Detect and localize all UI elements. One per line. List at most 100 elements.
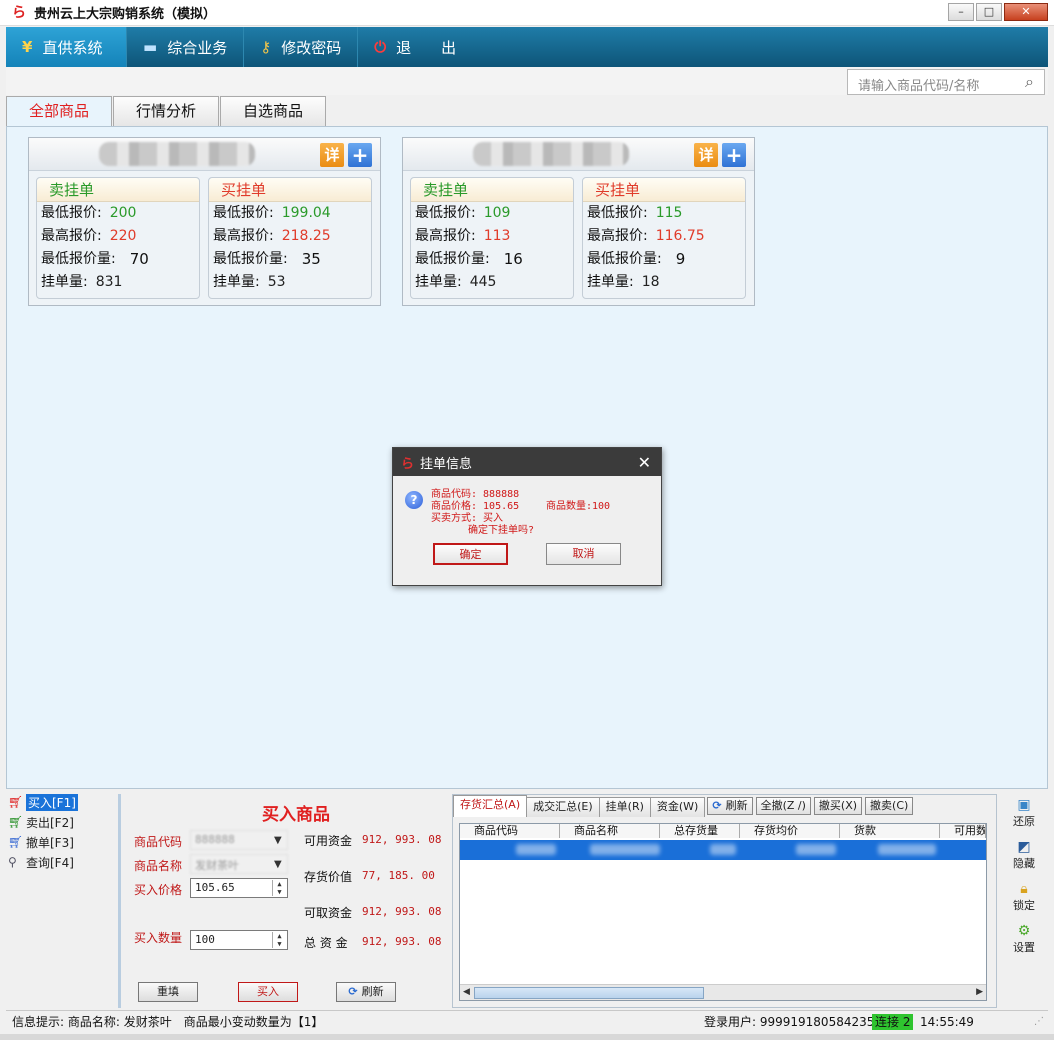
column-header[interactable]: 可用数 xyxy=(940,824,986,838)
confirm-button[interactable]: 确定 xyxy=(433,543,508,565)
spin-icon[interactable]: ▲ ▼ xyxy=(272,880,286,896)
right-toolbar: ▣ 还原 ◩ 隐藏 🔒︎ 锁定 ⚙ 设置 xyxy=(1004,797,1044,965)
sell-quote-title: 卖挂单 xyxy=(37,178,199,202)
horizontal-scrollbar[interactable]: ◀ ▶ xyxy=(460,984,986,1000)
min-qty-label: 最低报价量: xyxy=(41,251,116,267)
refresh-icon: ⟳ xyxy=(712,799,722,812)
qty-label: 买入数量 xyxy=(134,931,183,945)
minimize-icon[interactable]: – xyxy=(948,3,974,21)
status-user: 登录用户: 999919180584235 xyxy=(704,1015,875,1029)
cancel-button[interactable]: 取消 xyxy=(546,543,621,565)
min-qty-label: 最低报价量: xyxy=(213,251,288,267)
redacted-cell xyxy=(516,844,556,855)
menu-item-query[interactable]: ⚲ 查询[F4] xyxy=(6,852,116,872)
restore-button[interactable]: ▣ 还原 xyxy=(1004,797,1044,839)
nav-item-general-business[interactable]: ▬ 综合业务 xyxy=(127,27,245,67)
nav-item-exit[interactable]: ⏻ 退 出 xyxy=(358,27,472,67)
cancel-all-button[interactable]: 全撤(Z /) xyxy=(755,797,811,815)
column-header[interactable]: 总存货量 xyxy=(660,824,740,838)
min-price-label: 最低报价: xyxy=(41,205,102,221)
volume-value: 18 xyxy=(641,274,660,290)
min-price-label: 最低报价: xyxy=(587,205,648,221)
close-icon[interactable]: ✕ xyxy=(638,453,651,472)
tab-market-analysis[interactable]: 行情分析 xyxy=(113,96,220,126)
reset-button[interactable]: 重填 xyxy=(138,982,198,1002)
max-price-label: 最高报价: xyxy=(587,228,648,244)
window-title: 贵州云上大宗购销系统（模拟） xyxy=(34,7,217,22)
search-icon[interactable]: ⌕ xyxy=(1025,74,1034,90)
cart-buy-icon: 🛒︎ xyxy=(8,795,24,809)
scroll-left-icon[interactable]: ◀ xyxy=(463,987,470,997)
monitor-icon: ▬ xyxy=(143,38,158,56)
nav-item-change-password[interactable]: ⚷ 修改密码 xyxy=(244,27,359,67)
min-price-value: 115 xyxy=(655,205,683,221)
buy-button[interactable]: 买入 xyxy=(238,982,298,1002)
add-favorite-button[interactable]: + xyxy=(348,143,372,167)
sell-quote-box: 卖挂单 最低报价: 109 最高报价: 113 最低报价量: 16 挂单量: 445 xyxy=(410,177,574,299)
menu-item-cancel[interactable]: 🛒︎ 撤单[F3] xyxy=(6,832,116,852)
column-header[interactable]: 存货均价 xyxy=(740,824,840,838)
tab-inventory[interactable]: 存货汇总(A) xyxy=(453,795,528,817)
product-card: 详 + 卖挂单 最低报价: 109 最高报价: 113 最低报价量: 16 挂单量: 4… xyxy=(402,137,755,306)
max-price-label: 最高报价: xyxy=(213,228,274,244)
tab-favorites[interactable]: 自选商品 xyxy=(220,96,327,126)
volume-label: 挂单量: xyxy=(213,274,260,290)
product-name-redacted xyxy=(473,142,629,166)
redacted-cell xyxy=(796,844,836,855)
column-header[interactable]: 商品代码 xyxy=(460,824,560,838)
menu-item-sell[interactable]: 🛒︎ 卖出[F2] xyxy=(6,812,116,832)
nav-item-direct-supply[interactable]: ¥ 直供系统 xyxy=(6,27,127,67)
search-icon: ⚲ xyxy=(8,855,17,869)
search-placeholder: 请输入商品代码/名称 xyxy=(858,79,980,94)
menu-label: 撤单[F3] xyxy=(26,835,74,850)
maximize-icon[interactable]: □ xyxy=(976,3,1002,21)
detail-button[interactable]: 详 xyxy=(694,143,718,167)
min-price-value: 200 xyxy=(109,205,137,221)
table-row[interactable] xyxy=(460,840,986,860)
status-time: 14:55:49 xyxy=(920,1015,974,1029)
lock-icon: 🔒︎ xyxy=(1020,881,1028,897)
close-icon[interactable]: ✕ xyxy=(1004,3,1048,21)
window-controls: – □ ✕ xyxy=(946,3,1048,21)
tab-funds[interactable]: 资金(W) xyxy=(649,797,706,817)
available-funds-value: 912, 993. 08 xyxy=(362,833,442,846)
resize-grip-icon[interactable]: ⋰ xyxy=(1034,1011,1044,1033)
menu-label: 买入[F1] xyxy=(26,793,78,811)
tab-trades[interactable]: 成交汇总(E) xyxy=(526,797,600,817)
settings-button[interactable]: ⚙ 设置 xyxy=(1004,923,1044,965)
withdrawable-value: 912, 993. 08 xyxy=(362,905,442,918)
add-favorite-button[interactable]: + xyxy=(722,143,746,167)
restore-icon: ▣ xyxy=(1017,797,1031,813)
holdings-table: 商品代码 商品名称 总存货量 存货均价 货款 可用数 ◀ ▶ xyxy=(459,823,987,1001)
available-funds-label: 可用资金 xyxy=(304,834,353,848)
main-nav: ¥ 直供系统 ▬ 综合业务 ⚷ 修改密码 ⏻ 退 出 xyxy=(6,27,1048,67)
min-price-value: 109 xyxy=(483,205,511,221)
min-price-label: 最低报价: xyxy=(415,205,476,221)
scroll-right-icon[interactable]: ▶ xyxy=(976,987,983,997)
tool-label: 锁定 xyxy=(1013,899,1035,912)
grid-refresh-button[interactable]: ⟳ 刷新 xyxy=(707,797,753,815)
volume-label: 挂单量: xyxy=(587,274,634,290)
column-header[interactable]: 商品名称 xyxy=(560,824,660,838)
nav-label: 直供系统 xyxy=(42,38,103,57)
qty-stepper[interactable]: 100 ▲ ▼ xyxy=(190,930,288,950)
column-header[interactable]: 货款 xyxy=(840,824,940,838)
search-input[interactable]: 请输入商品代码/名称 ⌕ xyxy=(847,69,1045,95)
sell-quote-box: 卖挂单 最低报价: 200 最高报价: 220 最低报价量: 70 挂单量: 831 xyxy=(36,177,200,299)
menu-item-buy[interactable]: 🛒︎ 买入[F1] xyxy=(6,792,116,812)
spin-icon[interactable]: ▲ ▼ xyxy=(272,932,286,948)
refresh-label: 刷新 xyxy=(361,985,384,998)
total-funds-value: 912, 993. 08 xyxy=(362,935,442,948)
price-stepper[interactable]: 105.65 ▲ ▼ xyxy=(190,878,288,898)
scroll-thumb[interactable] xyxy=(474,987,704,999)
detail-button[interactable]: 详 xyxy=(320,143,344,167)
tab-orders[interactable]: 挂单(R) xyxy=(598,797,651,817)
redacted-cell xyxy=(590,844,660,855)
tab-all-products[interactable]: 全部商品 xyxy=(6,96,113,127)
cancel-sell-button[interactable]: 撤卖(C) xyxy=(865,797,914,815)
refresh-button[interactable]: ⟳ 刷新 xyxy=(336,982,396,1002)
holdings-tabs: 存货汇总(A) 成交汇总(E) 挂单(R) 资金(W) ⟳ 刷新 全撤(Z /) … xyxy=(453,795,914,817)
lock-button[interactable]: 🔒︎ 锁定 xyxy=(1004,881,1044,923)
cancel-buy-button[interactable]: 撤买(X) xyxy=(813,797,863,815)
hide-button[interactable]: ◩ 隐藏 xyxy=(1004,839,1044,881)
